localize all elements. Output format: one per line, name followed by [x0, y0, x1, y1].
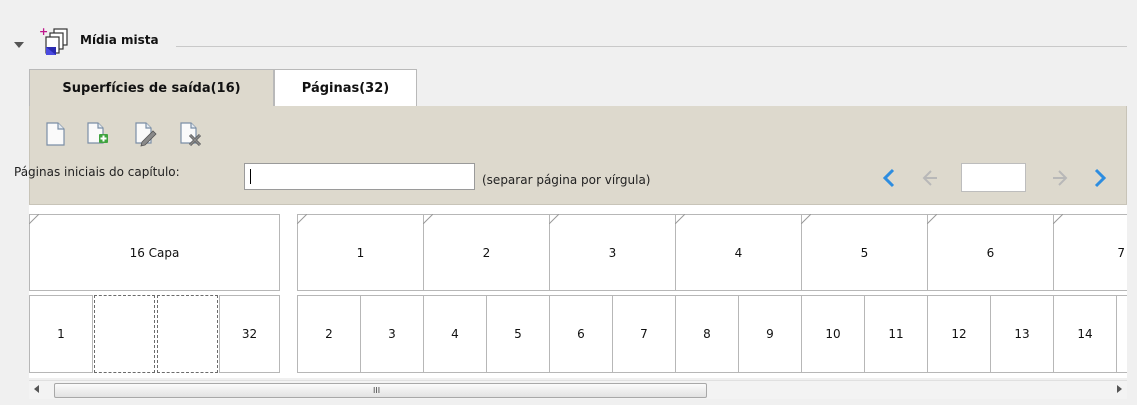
page-number: 3 [388, 327, 396, 341]
page-cell[interactable]: 4 [423, 295, 487, 373]
page-number: 5 [514, 327, 522, 341]
page-cell[interactable]: 1 [29, 295, 93, 373]
page-cell-partial[interactable] [1116, 295, 1127, 373]
page-number: 11 [888, 327, 904, 341]
page-cell[interactable]: 14 [1053, 295, 1117, 373]
page-cell[interactable]: 3 [360, 295, 424, 373]
previous-page-button[interactable] [919, 167, 941, 189]
new-page-icon[interactable] [43, 121, 67, 147]
surface-label: 1 [356, 245, 365, 260]
svg-text:+: + [39, 26, 48, 38]
surface-item[interactable]: 1 [297, 214, 424, 291]
page-number: 8 [703, 327, 711, 341]
page-cell[interactable]: 8 [675, 295, 739, 373]
surface-label: 5 [860, 245, 869, 260]
page-cell[interactable]: 10 [801, 295, 865, 373]
section-divider [176, 46, 1127, 47]
text-caret [250, 169, 251, 184]
page-cell[interactable]: 11 [864, 295, 928, 373]
fold-corner-icon [549, 214, 559, 224]
page-number: 7 [640, 327, 648, 341]
double-chevron-left-icon [882, 168, 895, 188]
section-header: + Mídia mista [0, 0, 1137, 62]
fold-corner-icon [29, 214, 39, 224]
page-number: 13 [1014, 327, 1030, 341]
page-number-input[interactable] [961, 163, 1026, 192]
page-number: 32 [241, 327, 258, 341]
arrow-left-icon [922, 170, 937, 186]
page-cell[interactable]: 6 [549, 295, 613, 373]
tab-output-surfaces[interactable]: Superfícies de saída(16) [29, 69, 274, 106]
page-number: 1 [57, 327, 65, 341]
fold-corner-icon [423, 214, 433, 224]
collapse-arrow-icon[interactable] [14, 42, 24, 48]
next-page-button[interactable] [1049, 167, 1071, 189]
fold-corner-icon [297, 214, 307, 224]
double-chevron-right-icon [1094, 168, 1107, 188]
scroll-thumb[interactable]: III [54, 383, 707, 398]
surface-label: 7 [1117, 245, 1125, 260]
add-page-icon[interactable] [85, 121, 109, 147]
surface-label: 4 [734, 245, 743, 260]
surface-label: 16 Capa [129, 245, 180, 260]
page-cell[interactable]: 2 [297, 295, 361, 373]
last-page-button[interactable] [1090, 167, 1112, 189]
page-number: 14 [1077, 327, 1093, 341]
page-number: 6 [577, 327, 585, 341]
delete-page-icon[interactable] [178, 121, 202, 147]
chapter-hint: (separar página por vírgula) [482, 173, 651, 187]
first-page-button[interactable] [877, 167, 899, 189]
page-number: 12 [951, 327, 967, 341]
fold-corner-icon [927, 214, 937, 224]
page-cell[interactable]: 13 [990, 295, 1054, 373]
page-number: 4 [451, 327, 459, 341]
fold-corner-icon [801, 214, 811, 224]
page-number: 9 [766, 327, 774, 341]
fold-corner-icon [1053, 214, 1063, 224]
horizontal-scrollbar[interactable]: III [29, 380, 1127, 399]
surface-item[interactable]: 7 [1053, 214, 1127, 291]
edit-page-icon[interactable] [133, 121, 157, 147]
surface-label: 2 [482, 245, 491, 260]
chapter-start-label: Páginas iniciais do capítulo: [14, 165, 180, 179]
scroll-left-icon[interactable] [34, 385, 39, 393]
surface-item[interactable]: 3 [549, 214, 676, 291]
tab-pages[interactable]: Páginas(32) [274, 69, 417, 106]
surface-item[interactable]: 4 [675, 214, 802, 291]
scroll-grip: III [373, 386, 381, 395]
surface-label: 3 [608, 245, 617, 260]
surface-cover[interactable]: 16 Capa [29, 214, 280, 291]
scroll-right-icon[interactable] [1117, 385, 1122, 393]
page-cell[interactable]: 5 [486, 295, 550, 373]
page-cell-empty[interactable] [94, 295, 155, 373]
page-cell[interactable]: 9 [738, 295, 802, 373]
page-cell[interactable]: 12 [927, 295, 991, 373]
page-cell[interactable]: 7 [612, 295, 676, 373]
page-number: 2 [325, 327, 333, 341]
surface-item[interactable]: 2 [423, 214, 550, 291]
surface-item[interactable]: 5 [801, 214, 928, 291]
section-title: Mídia mista [80, 33, 159, 47]
page-cell[interactable]: 32 [219, 295, 280, 373]
chapter-start-input[interactable] [244, 163, 475, 190]
surface-item[interactable]: 6 [927, 214, 1054, 291]
arrow-right-icon [1053, 170, 1068, 186]
fold-corner-icon [675, 214, 685, 224]
mixed-media-icon: + [39, 26, 68, 55]
page-number: 10 [825, 327, 841, 341]
surface-label: 6 [986, 245, 995, 260]
page-cell-empty[interactable] [157, 295, 218, 373]
